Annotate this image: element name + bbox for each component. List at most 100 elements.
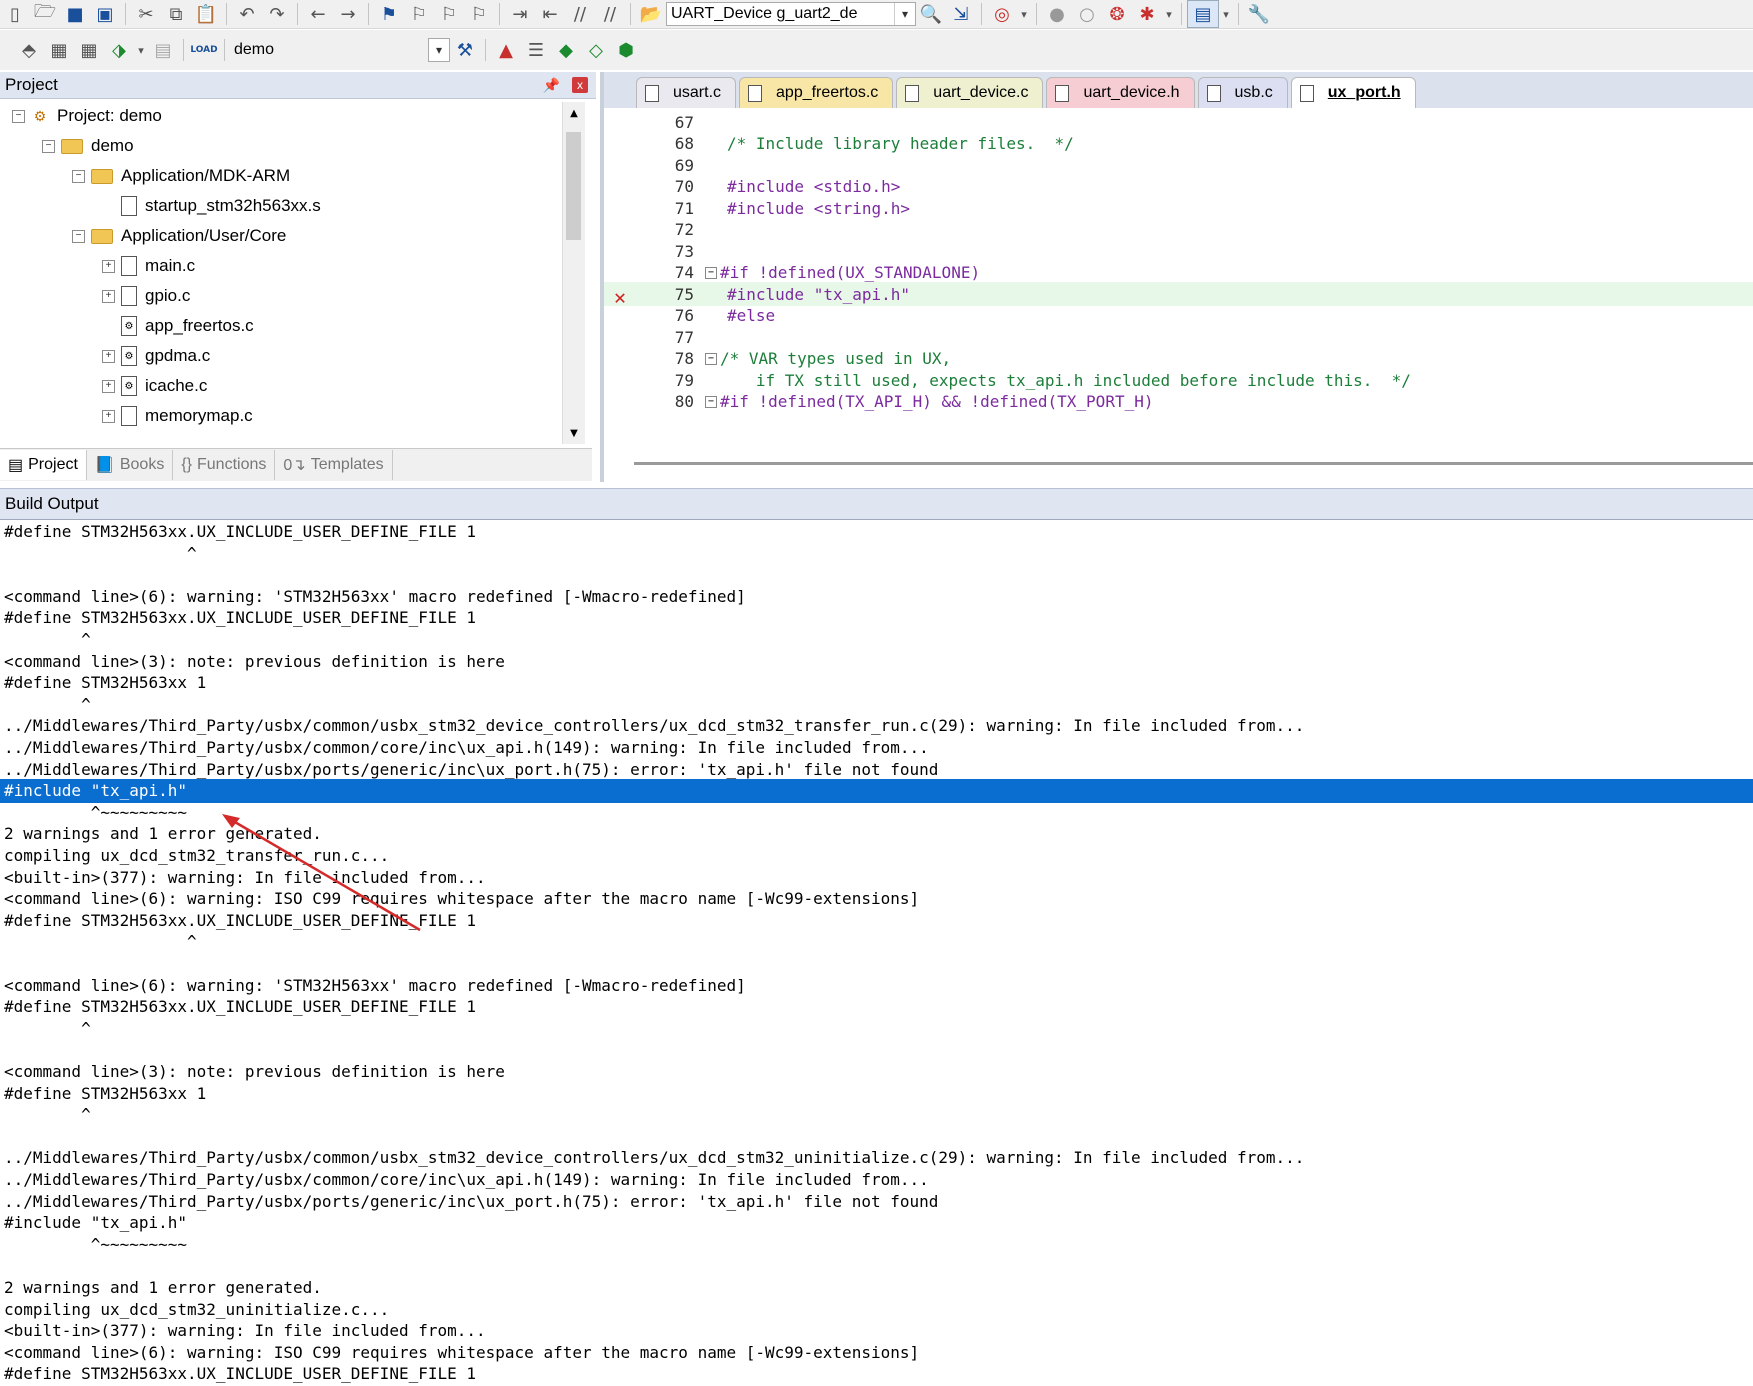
expand-icon[interactable]: + — [102, 379, 115, 393]
tab-project[interactable]: ▤ Project — [0, 450, 87, 480]
new-file-icon[interactable]: ▯ — [0, 1, 30, 27]
output-line[interactable]: <command line>(3): note: previous defini… — [0, 1060, 1753, 1084]
editor-tab[interactable]: usart.c — [636, 77, 737, 108]
output-line[interactable]: ^ — [0, 628, 1753, 652]
tree-item[interactable]: startup_stm32h563xx.s — [102, 192, 321, 220]
output-line[interactable]: <command line>(6): warning: ISO C99 requ… — [0, 887, 1753, 911]
tree-item[interactable]: + ⚙ icache.c — [102, 372, 207, 400]
window-layout-icon[interactable]: ▤ — [1187, 0, 1219, 28]
debug-session-icon[interactable]: ◎ — [987, 1, 1017, 27]
output-line[interactable]: #include "tx_api.h" — [0, 1211, 1753, 1235]
output-line[interactable] — [0, 1038, 1753, 1062]
collapse-icon[interactable]: − — [72, 169, 85, 183]
output-line[interactable]: ../Middlewares/Third_Party/usbx/common/u… — [0, 714, 1753, 738]
output-line[interactable] — [0, 563, 1753, 587]
close-icon[interactable]: x — [572, 77, 588, 93]
output-line[interactable]: #include "tx_api.h" — [0, 779, 1753, 804]
output-line[interactable]: ^ — [0, 1103, 1753, 1127]
save-icon[interactable]: ■ — [60, 1, 90, 27]
scrollbar-thumb[interactable] — [566, 132, 581, 240]
next-bookmark-icon[interactable]: ⚐ — [434, 1, 464, 27]
scroll-down-icon[interactable]: ▼ — [563, 422, 585, 444]
build-output-text[interactable]: #define STM32H563xx.UX_INCLUDE_USER_DEFI… — [0, 520, 1753, 1383]
chevron-down-icon[interactable]: ▾ — [1017, 1, 1031, 27]
download-icon[interactable]: LOAD — [189, 37, 219, 63]
expand-icon[interactable]: + — [102, 409, 115, 423]
cut-icon[interactable]: ✂ — [131, 1, 161, 27]
output-line[interactable]: <command line>(3): note: previous defini… — [0, 650, 1753, 674]
target-options-icon[interactable]: ⚒ — [450, 37, 480, 63]
tree-item[interactable]: + memorymap.c — [102, 402, 253, 430]
output-line[interactable]: #define STM32H563xx.UX_INCLUDE_USER_DEFI… — [0, 606, 1753, 630]
output-line[interactable]: <built-in>(377): warning: In file includ… — [0, 866, 1753, 890]
fold-icon[interactable]: − — [705, 395, 717, 408]
tree-item[interactable]: ⚙ app_freertos.c — [102, 312, 254, 340]
output-line[interactable]: ../Middlewares/Third_Party/usbx/common/c… — [0, 1168, 1753, 1192]
tab-templates[interactable]: 0↴ Templates — [275, 450, 393, 480]
paste-icon[interactable]: 📋 — [191, 1, 221, 27]
output-line[interactable]: #define STM32H563xx.UX_INCLUDE_USER_DEFI… — [0, 995, 1753, 1019]
tree-item[interactable]: + main.c — [102, 252, 195, 280]
output-line[interactable]: ^ — [0, 1017, 1753, 1041]
scroll-up-icon[interactable]: ▲ — [563, 102, 585, 124]
tab-books[interactable]: 📘 Books — [87, 450, 174, 480]
tree-item[interactable]: − demo — [42, 132, 134, 160]
breakpoints-disable-all-icon[interactable]: ❂ — [1102, 1, 1132, 27]
output-line[interactable]: ^ — [0, 542, 1753, 566]
expand-icon[interactable]: + — [102, 259, 115, 273]
pin-icon[interactable]: 📌 — [543, 77, 560, 94]
fold-icon[interactable]: − — [705, 266, 717, 279]
breakpoint-icon[interactable]: ● — [1042, 1, 1072, 27]
rebuild-icon[interactable]: ▦ — [74, 37, 104, 63]
output-line[interactable]: ../Middlewares/Third_Party/usbx/common/u… — [0, 1146, 1753, 1170]
tree-item[interactable]: + gpio.c — [102, 282, 190, 310]
open-folder-icon[interactable]: 🗁 — [30, 1, 60, 27]
output-line[interactable]: ../Middlewares/Third_Party/usbx/common/c… — [0, 736, 1753, 760]
manage-project-items-icon[interactable]: ☰ — [521, 37, 551, 63]
output-line[interactable] — [0, 1254, 1753, 1278]
unindent-icon[interactable]: ⇤ — [535, 1, 565, 27]
breakpoint-disable-icon[interactable]: ○ — [1072, 1, 1102, 27]
editor-tab[interactable]: app_freertos.c — [739, 77, 894, 108]
chevron-down-icon[interactable]: ▾ — [1219, 1, 1233, 27]
output-line[interactable]: compiling ux_dcd_stm32_uninitialize.c... — [0, 1298, 1753, 1322]
navigate-forward-icon[interactable]: → — [333, 1, 363, 27]
configure-icon[interactable]: 🔧 — [1244, 1, 1274, 27]
navigate-back-icon[interactable]: ← — [303, 1, 333, 27]
tree-item[interactable]: − ⚙ Project: demo — [12, 102, 162, 130]
chevron-down-icon[interactable]: ▾ — [894, 3, 915, 25]
output-line[interactable]: ../Middlewares/Third_Party/usbx/ports/ge… — [0, 758, 1753, 782]
fold-icon[interactable]: − — [705, 352, 717, 365]
chevron-down-icon[interactable]: ▾ — [1162, 1, 1176, 27]
tree-scrollbar[interactable]: ▲ ▼ — [562, 102, 585, 444]
redo-icon[interactable]: ↷ — [262, 1, 292, 27]
editor-tab[interactable]: uart_device.c — [896, 77, 1044, 108]
save-all-icon[interactable]: ▣ — [90, 1, 120, 27]
chevron-down-icon[interactable]: ▾ — [428, 38, 450, 62]
manage-rte-icon[interactable]: ◇ — [581, 37, 611, 63]
output-line[interactable]: ^ — [0, 930, 1753, 954]
prev-bookmark-icon[interactable]: ⚐ — [404, 1, 434, 27]
output-line[interactable]: #define STM32H563xx.UX_INCLUDE_USER_DEFI… — [0, 520, 1753, 544]
manage-components-icon[interactable]: ▲ — [491, 37, 521, 63]
output-line[interactable]: <command line>(6): warning: 'STM32H563xx… — [0, 974, 1753, 998]
output-line[interactable]: #define STM32H563xx.UX_INCLUDE_USER_DEFI… — [0, 1362, 1753, 1386]
select-packs-icon[interactable]: ◆ — [551, 37, 581, 63]
output-line[interactable]: 2 warnings and 1 error generated. — [0, 1276, 1753, 1300]
pack-installer-icon[interactable]: ⬢ — [611, 37, 641, 63]
output-line[interactable]: #define STM32H563xx 1 — [0, 671, 1753, 695]
output-line[interactable]: compiling ux_dcd_stm32_transfer_run.c... — [0, 844, 1753, 868]
build-icon[interactable]: ▦ — [44, 37, 74, 63]
output-line[interactable] — [0, 1125, 1753, 1149]
find-icon[interactable]: 🔍 — [916, 1, 946, 27]
find-combo[interactable]: UART_Device g_uart2_de ▾ — [666, 2, 916, 26]
collapse-icon[interactable]: − — [12, 109, 25, 123]
collapse-icon[interactable]: − — [72, 229, 85, 243]
batch-build-icon[interactable]: ⬗ — [104, 37, 134, 63]
output-line[interactable]: <command line>(6): warning: ISO C99 requ… — [0, 1341, 1753, 1365]
output-line[interactable]: #define STM32H563xx 1 — [0, 1082, 1753, 1106]
collapse-icon[interactable]: − — [42, 139, 55, 153]
output-line[interactable]: <command line>(6): warning: 'STM32H563xx… — [0, 585, 1753, 609]
tree-item[interactable]: + ⚙ gpdma.c — [102, 342, 210, 370]
output-line[interactable]: ^~~~~~~~~~ — [0, 801, 1753, 825]
